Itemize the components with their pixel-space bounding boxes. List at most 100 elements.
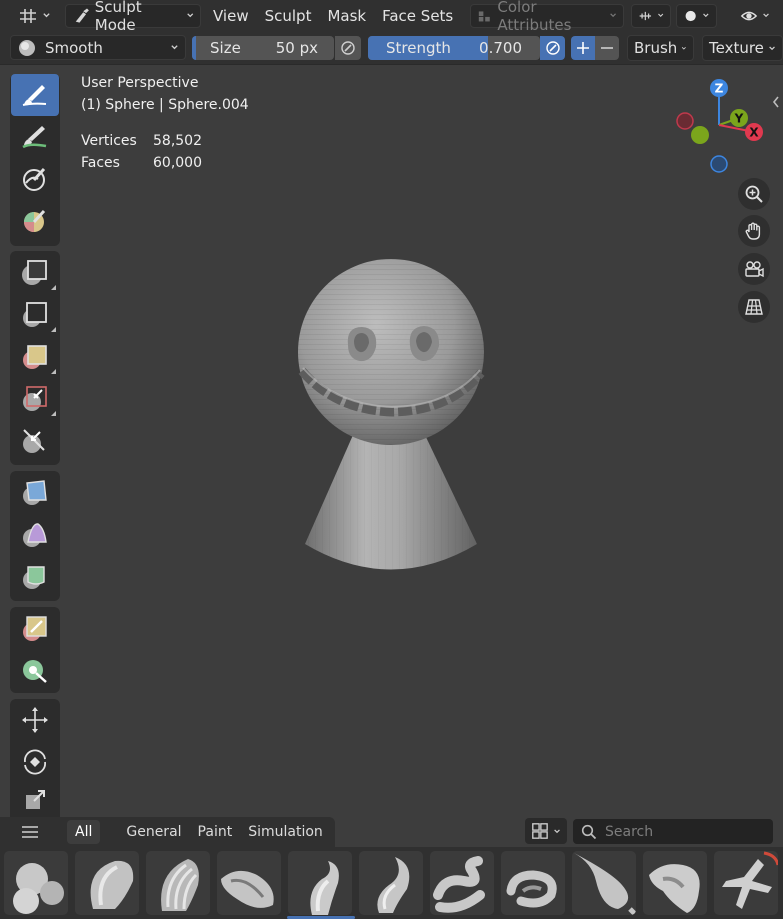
chevron-down-icon <box>610 13 616 18</box>
rotate-icon <box>24 749 46 775</box>
paint-tool-icon <box>22 126 47 149</box>
tool-mesh-filter[interactable] <box>11 471 59 513</box>
tool-brush[interactable] <box>11 74 59 116</box>
tool-rotate[interactable] <box>11 741 59 783</box>
gizmo-x-label: X <box>749 126 759 140</box>
shelf-tab-general[interactable]: General <box>118 820 189 844</box>
tool-edit-face-set[interactable] <box>11 607 59 649</box>
menu-sculpt[interactable]: Sculpt <box>257 4 320 28</box>
toolbar-group-brushes <box>10 74 60 246</box>
size-value: 50 px <box>275 39 318 57</box>
strength-slider[interactable]: Strength 0.700 <box>368 36 540 60</box>
brush-thumbnail[interactable] <box>572 851 636 915</box>
crease-brush-icon <box>221 870 274 908</box>
tool-face-set-paint[interactable] <box>11 200 59 242</box>
viewport[interactable]: User Perspective (1) Sphere | Sphere.004… <box>0 65 783 817</box>
menu-view[interactable]: View <box>205 4 257 28</box>
direction-subtract-button[interactable] <box>595 36 619 60</box>
line-project-icon <box>23 429 45 453</box>
brush-thumbnail[interactable] <box>75 851 139 915</box>
chevron-down-icon <box>682 46 687 50</box>
pen-pressure-icon <box>545 41 560 55</box>
sculpt-model <box>298 259 485 570</box>
chevron-down-icon <box>769 45 775 50</box>
strands-brush-icon <box>161 859 199 911</box>
sculpt-brush-icon <box>75 7 89 23</box>
tool-box-hide[interactable] <box>11 293 59 335</box>
rotate-brush-icon <box>722 851 778 909</box>
shading-dropdown[interactable] <box>676 3 717 28</box>
shelf-tab-simulation[interactable]: Simulation <box>240 820 331 844</box>
brush-thumbnail[interactable] <box>288 851 352 915</box>
brush-menu[interactable]: Brush <box>627 35 694 61</box>
blob-brush-icon <box>90 860 134 909</box>
brush-thumbnail[interactable] <box>430 851 494 915</box>
zoom-button[interactable] <box>738 178 770 210</box>
brush-menu-label: Brush <box>634 39 678 57</box>
shelf-tab-paint[interactable]: Paint <box>190 820 241 844</box>
header-bar: Sculpt Mode View Sculpt Mask Face Sets C… <box>0 0 783 34</box>
tool-mask-by-color[interactable] <box>11 649 59 691</box>
visibility-dropdown[interactable] <box>734 4 776 28</box>
symmetry-dropdown[interactable] <box>631 3 671 28</box>
camera-view-button[interactable] <box>738 253 770 285</box>
tool-move[interactable] <box>11 699 59 741</box>
brush-thumbnail[interactable] <box>359 851 423 915</box>
mode-selector[interactable]: Sculpt Mode <box>65 0 201 34</box>
brush-thumbnail[interactable] <box>146 851 210 915</box>
navigation-gizmo[interactable]: Z Y X <box>672 75 772 185</box>
direction-add-button[interactable] <box>571 36 595 60</box>
chevron-down-icon <box>763 13 769 18</box>
texture-menu[interactable]: Texture <box>702 35 783 61</box>
grid-perspective-icon <box>745 299 763 315</box>
perspective-toggle-button[interactable] <box>738 291 770 323</box>
tool-line-project[interactable] <box>11 419 59 461</box>
editor-type-button[interactable] <box>12 4 57 28</box>
brush-thumbnail[interactable] <box>714 851 778 915</box>
thumb-brush-icon <box>506 870 557 908</box>
menu-face-sets[interactable]: Face Sets <box>374 4 461 28</box>
color-attributes-dropdown[interactable]: Color Attributes <box>470 0 624 34</box>
tool-scale[interactable] <box>11 783 59 813</box>
asset-shelf-tabs: All General Paint Simulation <box>0 817 335 847</box>
plus-icon <box>577 42 589 54</box>
brush-thumbnail[interactable] <box>643 851 707 915</box>
pan-button[interactable] <box>738 215 770 247</box>
sidebar-toggle-icon[interactable] <box>771 95 781 109</box>
eye-icon <box>740 11 758 20</box>
size-slider[interactable]: Size 50 px <box>192 36 334 60</box>
tool-box-mask[interactable] <box>11 251 59 293</box>
brush-thumbnail[interactable] <box>217 851 281 915</box>
zoom-icon <box>745 185 763 203</box>
color-attributes-label: Color Attributes <box>497 0 572 34</box>
chevron-down-icon <box>186 13 193 18</box>
display-mode-dropdown[interactable] <box>525 818 567 844</box>
tool-paint[interactable] <box>11 116 59 158</box>
brush-selector[interactable]: Smooth <box>10 35 186 60</box>
grid-view-icon <box>532 823 548 839</box>
chevron-down-icon <box>657 13 663 18</box>
brush-tool-icon <box>22 85 47 106</box>
tool-color-filter[interactable] <box>11 555 59 597</box>
size-pressure-toggle[interactable] <box>335 36 361 60</box>
brush-name: Smooth <box>45 38 103 57</box>
strength-pressure-toggle[interactable] <box>540 36 565 60</box>
pinch-brush-icon <box>574 853 636 915</box>
brush-thumbnail[interactable] <box>4 851 68 915</box>
tool-box-trim[interactable] <box>11 377 59 419</box>
asset-search-input[interactable]: Search <box>573 819 773 844</box>
cloth-filter-icon <box>23 523 47 547</box>
shelf-tab-all[interactable]: All <box>67 820 101 844</box>
gizmo-z-label: Z <box>715 82 724 96</box>
menu-mask[interactable]: Mask <box>319 4 374 28</box>
pen-pressure-icon <box>341 41 355 55</box>
search-placeholder: Search <box>605 823 654 840</box>
shading-sphere-icon <box>685 10 696 21</box>
tool-cloth-filter[interactable] <box>11 513 59 555</box>
tool-box-face-set[interactable] <box>11 335 59 377</box>
tool-mask[interactable] <box>11 158 59 200</box>
chevron-down-icon <box>43 13 50 18</box>
mode-label: Sculpt Mode <box>94 0 142 34</box>
brush-thumbnail[interactable] <box>501 851 565 915</box>
hamburger-menu-icon[interactable] <box>21 824 39 840</box>
